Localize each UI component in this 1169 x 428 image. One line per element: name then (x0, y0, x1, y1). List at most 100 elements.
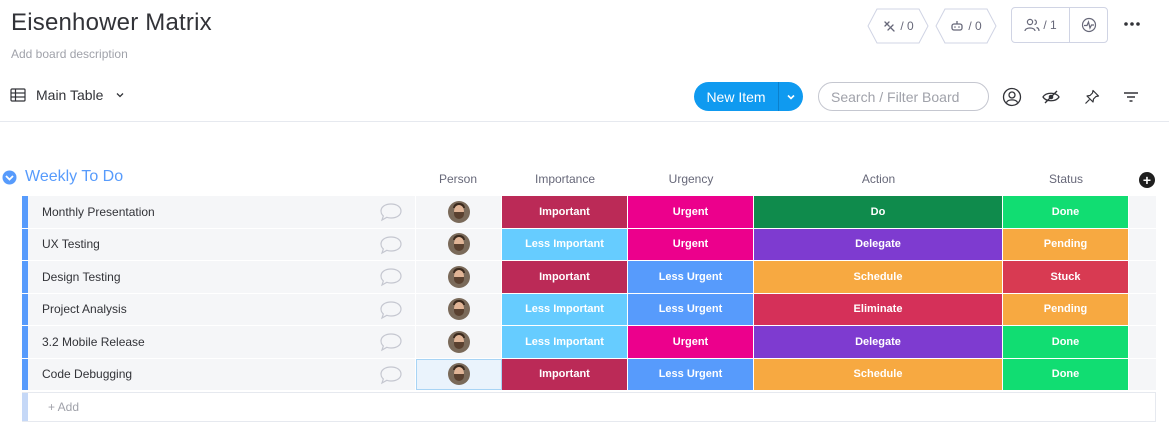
person-filter-icon[interactable] (1001, 86, 1023, 108)
table-row[interactable]: Design Testing Important Less Urgent Schedu… (22, 261, 1156, 294)
person-cell[interactable] (416, 326, 502, 358)
table-row[interactable]: Monthly Presentation Important Urgent Do Don… (22, 196, 1156, 229)
add-item-row[interactable]: + Add (22, 392, 1156, 422)
activity-button[interactable] (1070, 8, 1107, 42)
avatar (447, 233, 470, 256)
filter-icon[interactable] (1120, 86, 1142, 108)
group-header: Weekly To Do (2, 168, 123, 186)
group-title[interactable]: Weekly To Do (25, 168, 123, 186)
integrations-count: / 0 (900, 19, 914, 33)
row-end-spacer (1129, 326, 1156, 358)
table-row[interactable]: 3.2 Mobile Release Less Important Urgent De… (22, 326, 1156, 359)
urgency-label[interactable]: Urgent (628, 228, 754, 260)
status-label[interactable]: Stuck (1003, 261, 1129, 293)
automations-robot-icon (951, 21, 963, 31)
updates-bubble-icon[interactable] (379, 332, 403, 352)
status-label[interactable]: Pending (1003, 293, 1129, 325)
activity-icon (1081, 17, 1096, 33)
item-name: Monthly Presentation (42, 204, 155, 219)
updates-bubble-icon[interactable] (379, 202, 403, 222)
avatar (448, 363, 470, 386)
item-name: Code Debugging (42, 367, 133, 382)
more-options-icon[interactable] (1121, 14, 1143, 34)
integrations-button[interactable]: / 0 (867, 8, 929, 44)
item-name-cell[interactable]: 3.2 Mobile Release (28, 326, 416, 358)
action-label[interactable]: Eliminate (754, 293, 1003, 325)
row-end-spacer (1129, 196, 1156, 228)
item-name-cell[interactable]: Design Testing (28, 261, 416, 293)
table-row[interactable]: UX Testing Less Important Urgent Delegate Pe… (22, 228, 1156, 261)
urgency-label[interactable]: Less Urgent (628, 358, 754, 390)
column-header-status[interactable]: Status (1003, 172, 1129, 186)
urgency-label[interactable]: Less Urgent (628, 261, 754, 293)
importance-label[interactable]: Important (502, 196, 628, 228)
column-header-person[interactable]: Person (415, 172, 501, 186)
members-icon (1024, 18, 1040, 32)
importance-label[interactable]: Less Important (502, 293, 628, 325)
item-name: 3.2 Mobile Release (42, 334, 145, 349)
chevron-down-icon (116, 93, 124, 98)
status-label[interactable]: Pending (1003, 228, 1129, 260)
avatar (447, 330, 470, 353)
action-label[interactable]: Schedule (754, 358, 1003, 390)
action-label[interactable]: Delegate (754, 228, 1003, 260)
group-collapse-chevron-icon[interactable] (2, 170, 17, 185)
urgency-label[interactable]: Urgent (628, 196, 754, 228)
item-name-cell[interactable]: Code Debugging (28, 358, 416, 390)
action-label[interactable]: Do (754, 196, 1003, 228)
table-row[interactable]: Project Analysis Less Important Less Urgen… (22, 293, 1156, 326)
members-count: / 1 (1043, 18, 1057, 32)
chevron-down-icon (787, 94, 795, 100)
status-label[interactable]: Done (1003, 358, 1129, 390)
person-cell[interactable] (416, 228, 502, 260)
pin-icon[interactable] (1081, 86, 1103, 108)
column-header-urgency[interactable]: Urgency (628, 172, 754, 186)
updates-bubble-icon[interactable] (379, 300, 403, 320)
status-label[interactable]: Done (1003, 326, 1129, 358)
importance-label[interactable]: Important (502, 358, 628, 390)
person-cell[interactable] (416, 261, 502, 293)
person-cell[interactable] (416, 196, 502, 228)
integrations-icon (884, 21, 895, 32)
members-button[interactable]: / 1 (1012, 8, 1070, 42)
view-label: Main Table (36, 87, 104, 103)
toolbar-divider (0, 121, 1169, 122)
item-name-cell[interactable]: Project Analysis (28, 293, 416, 325)
item-name: UX Testing (42, 237, 100, 252)
table-icon (10, 88, 26, 102)
add-column-plus-icon[interactable]: + (1139, 172, 1155, 188)
item-name: Design Testing (42, 269, 121, 284)
action-label[interactable]: Delegate (754, 326, 1003, 358)
new-item-dropdown[interactable] (778, 82, 803, 111)
column-header-importance[interactable]: Importance (502, 172, 628, 186)
table-row[interactable]: Code Debugging Important Less Urgent Schedu… (22, 358, 1156, 391)
main-table-view-tab[interactable]: Main Table (10, 87, 125, 103)
updates-bubble-icon[interactable] (379, 235, 403, 255)
search-filter-input[interactable] (818, 82, 989, 111)
hide-columns-eye-icon[interactable] (1040, 86, 1062, 108)
avatar (447, 265, 470, 288)
person-cell[interactable] (416, 293, 502, 325)
members-box: / 1 (1011, 7, 1108, 43)
status-label[interactable]: Done (1003, 196, 1129, 228)
avatar (447, 200, 470, 223)
new-item-label[interactable]: New Item (694, 82, 778, 111)
add-item-label[interactable]: + Add (28, 393, 79, 421)
urgency-label[interactable]: Urgent (628, 326, 754, 358)
column-header-action[interactable]: Action (754, 172, 1003, 186)
item-name-cell[interactable]: Monthly Presentation (28, 196, 416, 228)
importance-label[interactable]: Less Important (502, 228, 628, 260)
item-name-cell[interactable]: UX Testing (28, 228, 416, 260)
board-title[interactable]: Eisenhower Matrix (11, 9, 212, 37)
person-cell[interactable] (416, 358, 502, 390)
board-description[interactable]: Add board description (11, 47, 128, 61)
importance-label[interactable]: Important (502, 261, 628, 293)
new-item-button[interactable]: New Item (694, 82, 803, 111)
urgency-label[interactable]: Less Urgent (628, 293, 754, 325)
automations-button[interactable]: / 0 (935, 8, 997, 44)
item-name: Project Analysis (42, 302, 127, 317)
action-label[interactable]: Schedule (754, 261, 1003, 293)
updates-bubble-icon[interactable] (379, 267, 403, 287)
updates-bubble-icon[interactable] (379, 365, 403, 385)
importance-label[interactable]: Less Important (502, 326, 628, 358)
